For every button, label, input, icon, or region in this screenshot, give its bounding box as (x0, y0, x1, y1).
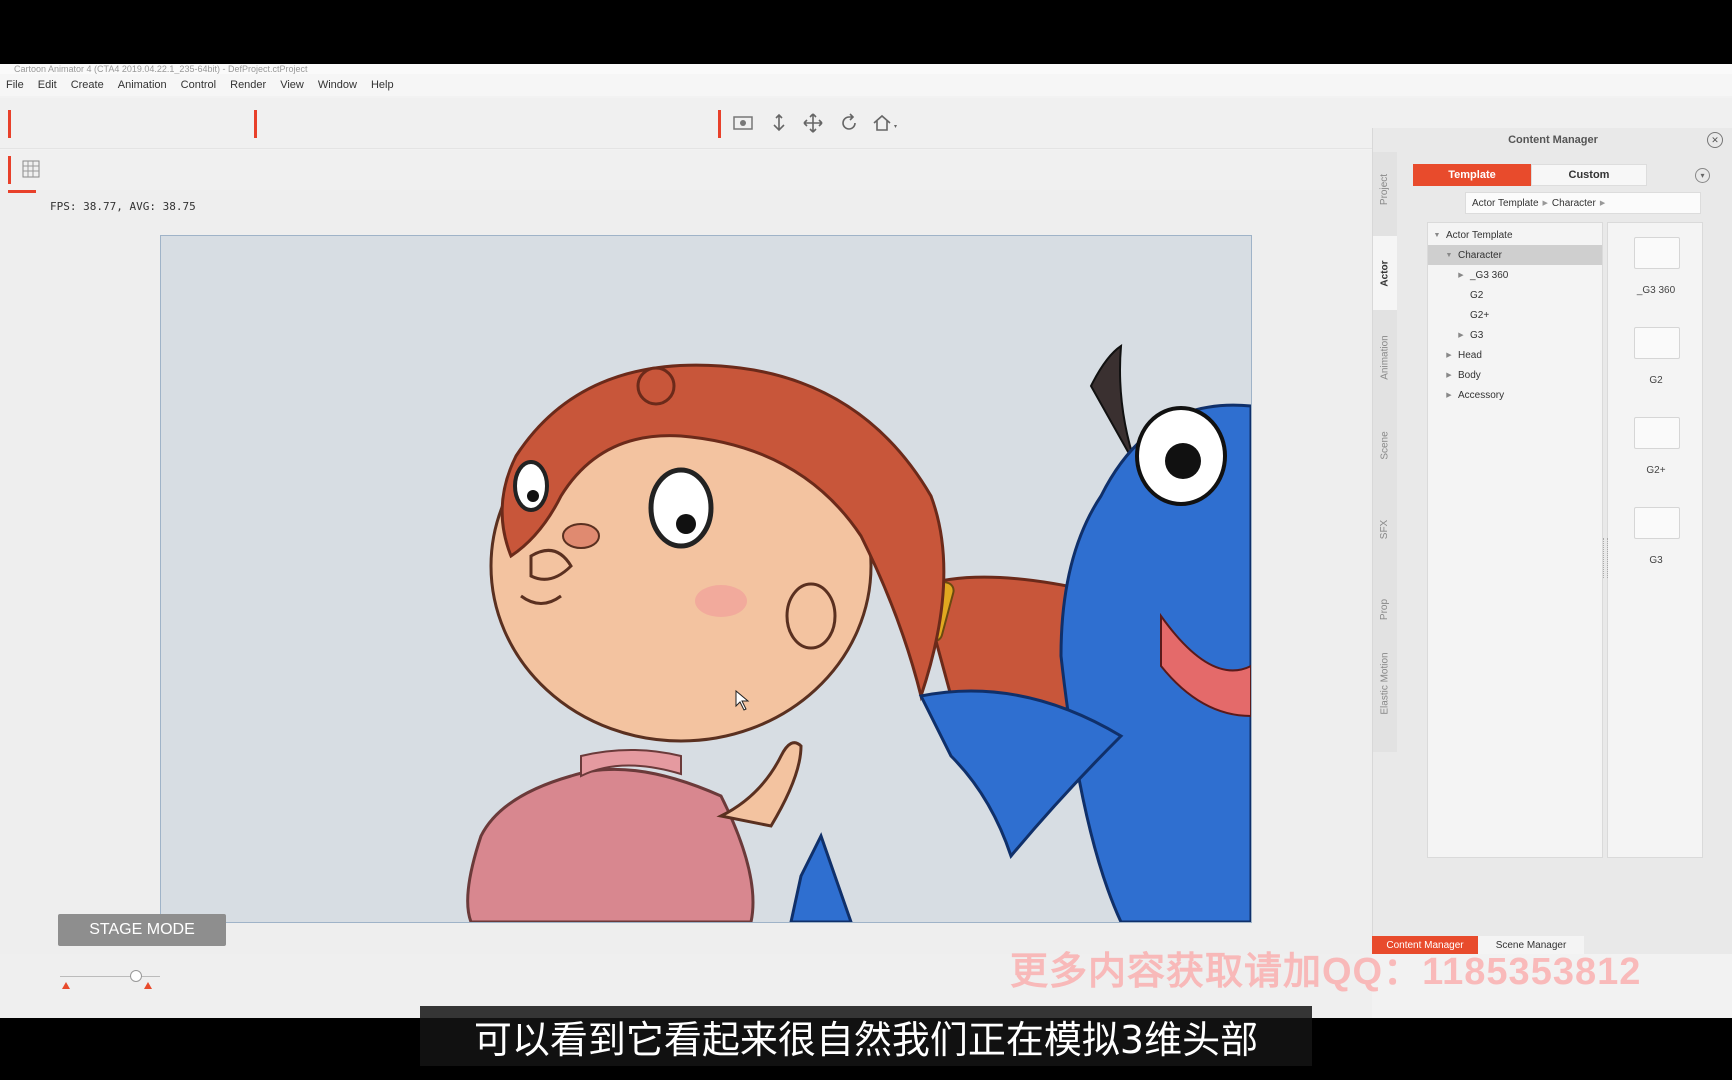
content-manager-panel: Content Manager ✕ Project Actor Animation S… (1372, 128, 1732, 954)
tab-template[interactable]: Template (1413, 164, 1531, 186)
tree-node[interactable]: ▼ Character (1428, 245, 1602, 265)
template-tree: ▼ Actor Template ▼ Character ▶ _G3 360 G2 G2+ ▶ G… (1427, 222, 1603, 858)
menu-bar: File Edit Create Animation Control Render View… (0, 74, 1732, 96)
toolbar-divider (8, 156, 11, 184)
stage-mode-label[interactable]: STAGE MODE (58, 914, 226, 946)
title-bar: Cartoon Animator 4 (CTA4 2019.04.22.1_23… (0, 64, 1732, 74)
fps-readout: FPS: 38.77, AVG: 38.75 (50, 200, 196, 213)
timeline-playhead[interactable] (130, 970, 142, 982)
tree-node-label: Body (1458, 369, 1481, 381)
expand-right-icon[interactable]: ▶ (1456, 331, 1466, 339)
home-icon[interactable] (872, 110, 898, 136)
watermark-text: 更多内容获取请加QQ：1185353812 (1010, 951, 1642, 993)
tree-node[interactable]: G2 (1428, 285, 1602, 305)
template-thumbnail[interactable] (1634, 237, 1680, 269)
tree-node-label: Head (1458, 349, 1482, 361)
range-start-marker[interactable] (62, 982, 70, 989)
menu-item-file[interactable]: File (6, 79, 24, 91)
panel-title: Content Manager (1508, 134, 1598, 146)
tree-node[interactable]: ▶ G3 (1428, 325, 1602, 345)
chevron-right-icon: ▶ (1542, 200, 1548, 207)
toolbar-divider (718, 110, 721, 138)
expand-down-icon[interactable]: ▼ (1444, 252, 1454, 259)
side-tab-label: Elastic Motion (1379, 651, 1391, 715)
breadcrumb-item[interactable]: Character (1552, 198, 1596, 209)
thumbnail-label: G2+ (1646, 465, 1666, 476)
toolbar-divider (254, 110, 257, 138)
expand-right-icon[interactable]: ▶ (1444, 351, 1454, 359)
thumbnail-label: _G3 360 (1636, 285, 1676, 296)
side-tab-label: Scene (1379, 430, 1391, 460)
side-tab-prop[interactable]: Prop (1373, 572, 1397, 646)
menu-item-view[interactable]: View (280, 79, 304, 91)
side-tab-sfx[interactable]: SFX (1373, 492, 1397, 566)
close-icon[interactable]: ✕ (1707, 132, 1723, 148)
expand-right-icon[interactable]: ▶ (1444, 371, 1454, 379)
tree-node[interactable]: G2+ (1428, 305, 1602, 325)
range-end-marker[interactable] (144, 982, 152, 989)
menu-item-control[interactable]: Control (181, 79, 216, 91)
tree-node[interactable]: ▶ _G3 360 (1428, 265, 1602, 285)
side-tab-scene[interactable]: Scene (1373, 408, 1397, 482)
timeline-track (60, 976, 160, 977)
expand-right-icon[interactable]: ▶ (1456, 271, 1466, 279)
side-tab-label: Project (1379, 173, 1391, 205)
side-tab-project[interactable]: Project (1373, 152, 1397, 226)
thumbnail-list: _G3 360 G2 G2+ G3 (1607, 222, 1703, 858)
move-icon[interactable] (800, 110, 826, 136)
chevron-right-icon: ▶ (1599, 200, 1606, 207)
camera-icon[interactable] (730, 110, 756, 136)
template-thumbnail[interactable] (1634, 417, 1680, 449)
tree-node[interactable]: ▼ Actor Template (1428, 225, 1602, 245)
breadcrumb: Actor Template ▶ Character ▶ (1465, 192, 1701, 214)
chevron-down-icon[interactable]: ▾ (1695, 168, 1710, 183)
toolbar-divider (8, 110, 11, 138)
anchor-move-icon[interactable] (766, 110, 792, 136)
tree-node-label: G3 (1470, 329, 1484, 341)
side-tab-label: Animation (1379, 334, 1391, 380)
tree-node[interactable]: ▶ Body (1428, 365, 1602, 385)
side-tab-elastic-motion[interactable]: Elastic Motion (1373, 646, 1397, 720)
menu-item-create[interactable]: Create (71, 79, 104, 91)
breadcrumb-item[interactable]: Actor Template (1472, 198, 1539, 209)
side-tab-label: Actor (1379, 259, 1391, 287)
scene-illustration (466, 344, 1251, 922)
side-tab-animation[interactable]: Animation (1373, 320, 1397, 394)
stage-indicator (8, 190, 36, 193)
rotate-icon[interactable] (836, 110, 862, 136)
splitter-handle[interactable] (1603, 538, 1608, 578)
template-thumbnail[interactable] (1634, 327, 1680, 359)
template-thumbnail[interactable] (1634, 507, 1680, 539)
tree-node[interactable]: ▶ Accessory (1428, 385, 1602, 405)
tree-node-label: Character (1458, 249, 1502, 261)
side-tab-actor[interactable]: Actor (1373, 236, 1397, 310)
menu-item-window[interactable]: Window (318, 79, 357, 91)
side-tab-label: SFX (1379, 519, 1391, 539)
tree-node-label: G2+ (1470, 309, 1490, 321)
grid-icon[interactable] (18, 156, 44, 182)
tree-node[interactable]: ▶ Head (1428, 345, 1602, 365)
side-tab-label: Prop (1379, 598, 1391, 620)
menu-item-edit[interactable]: Edit (38, 79, 57, 91)
tree-node-label: Accessory (1458, 389, 1505, 401)
thumbnail-label: G2 (1649, 375, 1663, 386)
tree-node-label: _G3 360 (1470, 269, 1509, 281)
stage-canvas[interactable] (160, 235, 1252, 923)
side-tabs: Project Actor Animation Scene SFX Prop Elastic… (1373, 152, 1397, 752)
tab-custom[interactable]: Custom (1531, 164, 1647, 186)
tree-node-label: G2 (1470, 289, 1484, 301)
menu-item-help[interactable]: Help (371, 79, 394, 91)
expand-right-icon[interactable]: ▶ (1444, 391, 1454, 399)
video-subtitle: 可以看到它看起来很自然我们正在模拟3维头部 (473, 1017, 1259, 1062)
menu-item-render[interactable]: Render (230, 79, 266, 91)
menu-item-animation[interactable]: Animation (118, 79, 167, 91)
thumbnail-label: G3 (1649, 555, 1663, 566)
tree-node-label: Actor Template (1446, 229, 1513, 241)
expand-down-icon[interactable]: ▼ (1432, 232, 1442, 239)
